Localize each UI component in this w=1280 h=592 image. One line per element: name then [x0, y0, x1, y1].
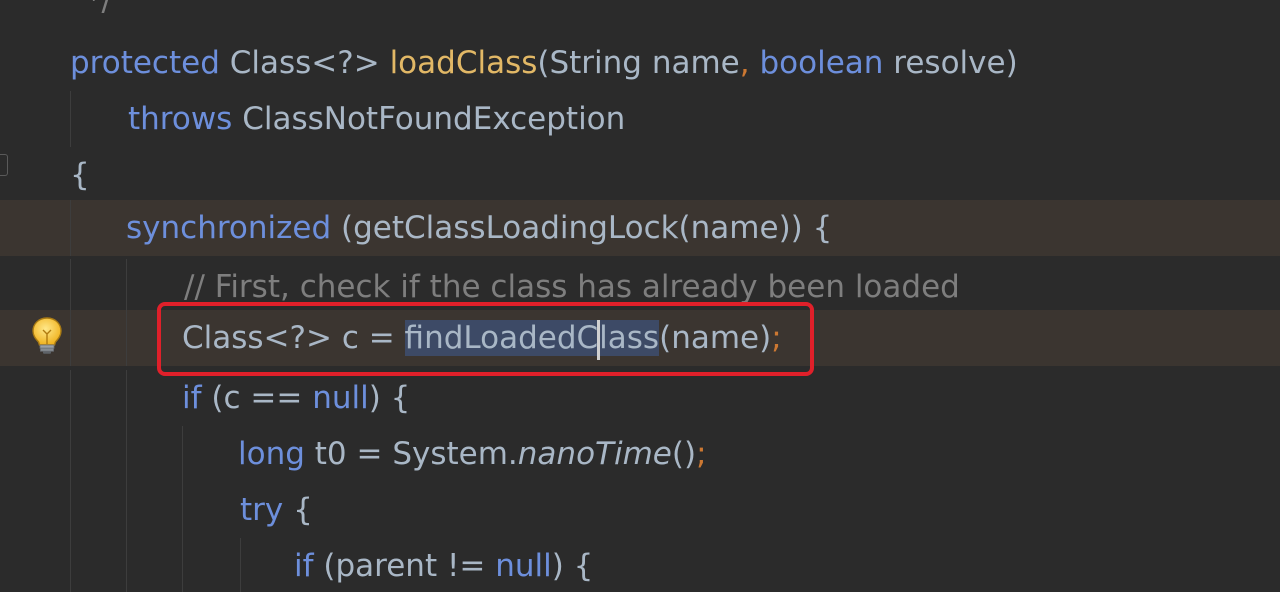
code-line-6[interactable]: Class<?> c = findLoadedClass(name);	[0, 310, 1280, 366]
synchronized-statement: synchronized (getClassLoadingLock(name))…	[126, 210, 833, 246]
if-parent-check: if (parent != null) {	[294, 548, 594, 584]
code-line-4[interactable]: synchronized (getClassLoadingLock(name))…	[0, 200, 1280, 256]
lightbulb-icon[interactable]	[30, 315, 64, 355]
selected-text: findLoadedClass	[404, 319, 660, 360]
code-line-3[interactable]: {	[0, 147, 1280, 203]
try-block: try {	[240, 492, 313, 528]
open-brace: {	[70, 157, 90, 193]
code-line-7[interactable]: if (c == null) {	[0, 370, 1280, 426]
code-line-5[interactable]: // First, check if the class has already…	[0, 259, 1280, 315]
code-line-8[interactable]: long t0 = System.nanoTime();	[0, 426, 1280, 482]
code-editor[interactable]: */ protected Class<?> loadClass(String n…	[0, 0, 1280, 592]
code-line-10[interactable]: if (parent != null) {	[0, 538, 1280, 592]
code-line-0[interactable]: */	[0, 0, 1280, 28]
method-signature: protected Class<?> loadClass(String name…	[70, 45, 1018, 81]
code-line-2[interactable]: throws ClassNotFoundException	[0, 91, 1280, 147]
code-line-1[interactable]: protected Class<?> loadClass(String name…	[0, 35, 1280, 91]
find-loaded-class-statement: Class<?> c = findLoadedClass(name);	[182, 310, 782, 366]
throws-clause: throws ClassNotFoundException	[128, 101, 626, 137]
comment-end: */	[86, 0, 112, 18]
code-comment: // First, check if the class has already…	[184, 269, 960, 305]
code-line-9[interactable]: try {	[0, 482, 1280, 538]
if-null-check: if (c == null) {	[182, 380, 411, 416]
nanotime-statement: long t0 = System.nanoTime();	[238, 436, 707, 472]
